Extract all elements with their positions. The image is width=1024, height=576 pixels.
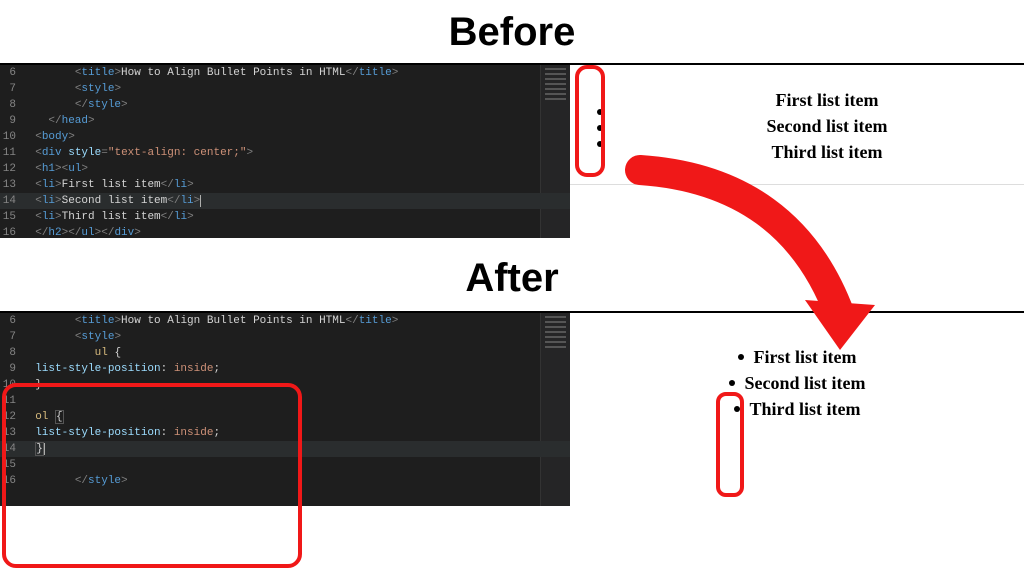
code-line: <li>Second list item</li> bbox=[22, 193, 201, 209]
list-item: Third list item bbox=[729, 396, 866, 422]
code-line: </style> bbox=[22, 473, 128, 489]
line-number: 13 bbox=[0, 177, 22, 193]
line-number: 15 bbox=[0, 457, 22, 473]
line-number: 12 bbox=[0, 409, 22, 425]
line-number: 6 bbox=[0, 313, 22, 329]
line-number: 15 bbox=[0, 209, 22, 225]
code-line: <title>How to Align Bullet Points in HTM… bbox=[22, 65, 398, 81]
code-line bbox=[22, 393, 29, 409]
before-text-column: First list item Second list item Third l… bbox=[630, 65, 1024, 184]
line-number: 10 bbox=[0, 377, 22, 393]
line-number: 14 bbox=[0, 441, 22, 457]
list-item: Second list item bbox=[729, 370, 866, 396]
code-line: <style> bbox=[22, 329, 121, 345]
before-row: 6 <title>How to Align Bullet Points in H… bbox=[0, 63, 1024, 238]
line-number: 11 bbox=[0, 145, 22, 161]
code-line: list-style-position: inside; bbox=[22, 361, 220, 377]
after-row: 6 <title>How to Align Bullet Points in H… bbox=[0, 311, 1024, 506]
line-number: 9 bbox=[0, 361, 22, 377]
bullet-icon bbox=[597, 109, 603, 115]
bullet-icon bbox=[738, 354, 744, 360]
heading-after: After bbox=[0, 238, 1024, 311]
line-number: 13 bbox=[0, 425, 22, 441]
code-line: <body> bbox=[22, 129, 75, 145]
bullet-icon bbox=[597, 125, 603, 131]
list-item: First list item bbox=[729, 344, 866, 370]
code-line bbox=[22, 457, 29, 473]
line-number: 10 bbox=[0, 129, 22, 145]
after-list: First list item Second list item Third l… bbox=[729, 344, 866, 422]
heading-before: Before bbox=[0, 0, 1024, 63]
code-line: </head> bbox=[22, 113, 95, 129]
line-number: 9 bbox=[0, 113, 22, 129]
list-item: First list item bbox=[630, 87, 1024, 113]
list-item: Second list item bbox=[630, 113, 1024, 139]
line-number: 16 bbox=[0, 225, 22, 241]
code-line: list-style-position: inside; bbox=[22, 425, 220, 441]
code-line: } bbox=[22, 377, 42, 393]
code-line: <li>First list item</li> bbox=[22, 177, 194, 193]
line-number: 8 bbox=[0, 345, 22, 361]
code-line: </style> bbox=[22, 97, 128, 113]
code-line: } bbox=[22, 441, 45, 457]
after-render-panel: First list item Second list item Third l… bbox=[570, 313, 1024, 506]
line-number: 14 bbox=[0, 193, 22, 209]
before-code-panel: 6 <title>How to Align Bullet Points in H… bbox=[0, 65, 570, 238]
line-number: 6 bbox=[0, 65, 22, 81]
code-line: <title>How to Align Bullet Points in HTM… bbox=[22, 313, 398, 329]
bullet-icon bbox=[597, 141, 603, 147]
before-render-panel: First list item Second list item Third l… bbox=[570, 65, 1024, 238]
code-line: ul { bbox=[22, 345, 121, 361]
code-line: <div style="text-align: center;"> bbox=[22, 145, 253, 161]
line-number: 11 bbox=[0, 393, 22, 409]
bullet-icon bbox=[729, 380, 735, 386]
code-line: </h2></ul></div> bbox=[22, 225, 141, 241]
before-bullet-column bbox=[570, 65, 630, 184]
line-number: 7 bbox=[0, 329, 22, 345]
code-line: <li>Third list item</li> bbox=[22, 209, 194, 225]
line-number: 12 bbox=[0, 161, 22, 177]
bullet-icon bbox=[734, 406, 740, 412]
code-line: <h1><ul> bbox=[22, 161, 88, 177]
line-number: 8 bbox=[0, 97, 22, 113]
list-item: Third list item bbox=[630, 139, 1024, 165]
code-line: <style> bbox=[22, 81, 121, 97]
after-code-panel: 6 <title>How to Align Bullet Points in H… bbox=[0, 313, 570, 506]
code-line: ol { bbox=[22, 409, 64, 425]
line-number: 7 bbox=[0, 81, 22, 97]
line-number: 16 bbox=[0, 473, 22, 489]
